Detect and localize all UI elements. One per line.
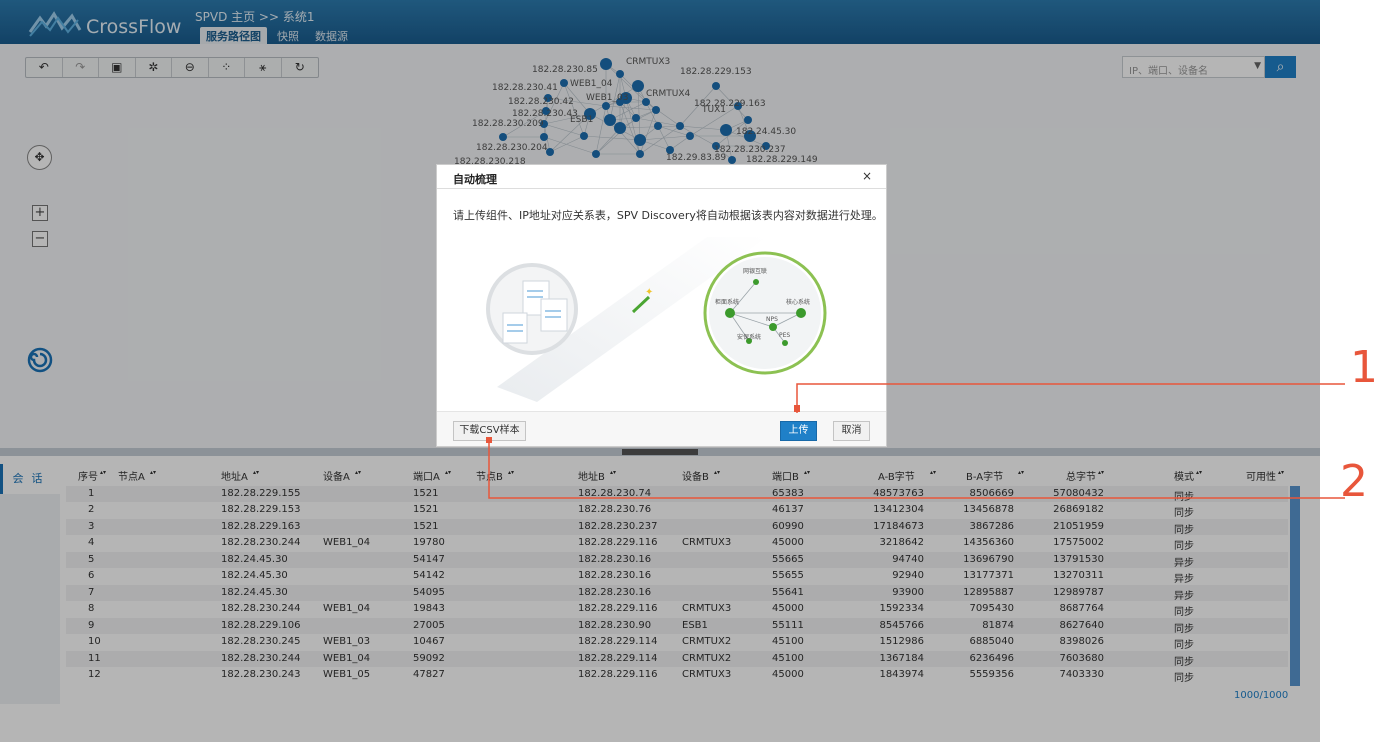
close-icon[interactable]: × bbox=[862, 169, 872, 183]
dialog-description: 请上传组件、IP地址对应关系表，SPV Discovery将自动根据该表内容对数… bbox=[453, 209, 883, 222]
download-csv-button[interactable]: 下载CSV样本 bbox=[453, 421, 526, 441]
callout-number-2: 2 bbox=[1340, 456, 1368, 507]
dialog-illustration: ✦ 网银互联 柜面系统 核心系统 NPS 安保系统 PES bbox=[486, 237, 827, 402]
upload-button[interactable]: 上传 bbox=[780, 421, 817, 441]
dialog-title: 自动梳理 bbox=[453, 173, 497, 186]
callout-number-1: 1 bbox=[1350, 342, 1378, 393]
diagram-label: PES bbox=[779, 332, 790, 339]
svg-text:✦: ✦ bbox=[645, 287, 653, 298]
diagram-label: 柜面系统 bbox=[715, 298, 739, 306]
dialog-header: 自动梳理 × bbox=[437, 165, 886, 189]
dialog-footer: 下载CSV样本 上传 取消 bbox=[437, 411, 886, 446]
diagram-label: 网银互联 bbox=[743, 267, 767, 275]
auto-organize-dialog: 自动梳理 × 请上传组件、IP地址对应关系表，SPV Discovery将自动根… bbox=[436, 164, 887, 447]
cancel-button[interactable]: 取消 bbox=[833, 421, 870, 441]
diagram-label: 安保系统 bbox=[737, 333, 761, 341]
diagram-label: 核心系统 bbox=[786, 298, 810, 306]
diagram-label: NPS bbox=[766, 316, 778, 323]
documents-icon bbox=[486, 263, 578, 355]
